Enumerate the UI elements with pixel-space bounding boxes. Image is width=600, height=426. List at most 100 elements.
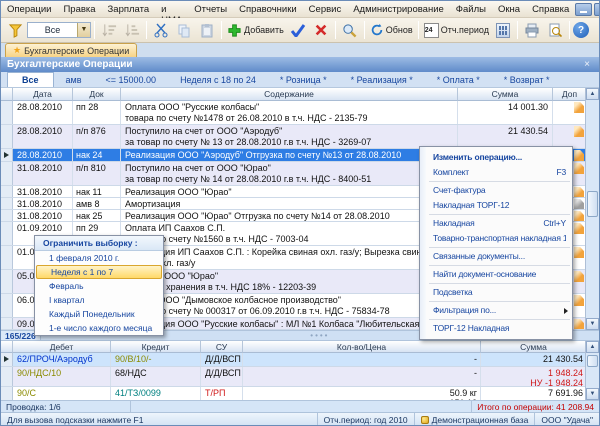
menu-directories[interactable]: Справочники [233,2,303,17]
posting-row[interactable]: 90/НДС/10 68/НДС Д/Д/ВСП - 1 948.24 НУ -1… [1,367,587,387]
database-status[interactable]: Демонстрационная база [413,413,535,425]
menu-files[interactable]: Файлы [450,2,492,17]
attachment-icon-disabled[interactable] [574,199,584,209]
filter-button[interactable] [4,20,26,41]
calculator-button[interactable] [492,20,514,41]
menu-administration[interactable]: Администрирование [347,2,450,17]
search-button[interactable] [339,20,361,41]
menu-windows[interactable]: Окна [492,2,526,17]
attachment-icon[interactable] [574,247,584,258]
attachment-icon[interactable] [574,319,584,329]
menu-item-waybill[interactable]: Накладная Ctrl+Y [420,216,572,231]
menu-item-komplekt[interactable]: Комплект F3 [420,165,572,180]
attachment-icon[interactable] [574,126,584,137]
menu-salary[interactable]: Зарплата [102,2,156,17]
attachment-icon[interactable] [574,187,584,197]
toolbar: Все ▼ Добавить Обнов 24 Отч.период ? [1,18,599,43]
minimize-button[interactable] [575,2,593,16]
column-header-su[interactable]: СУ [201,341,243,353]
restore-button[interactable] [594,2,599,16]
copy-button[interactable] [173,20,195,41]
attachment-icon[interactable] [574,295,584,306]
paste-button[interactable] [196,20,218,41]
menu-service[interactable]: Сервис [303,2,348,17]
attachment-icon[interactable] [574,163,584,174]
menu-help[interactable]: Справка [526,2,575,17]
menu-reports[interactable]: Отчеты [188,2,233,17]
cut-button[interactable] [150,20,172,41]
column-header-debit[interactable]: Дебет [13,341,111,353]
filter-tab-payment[interactable]: * Оплата * [425,73,492,87]
column-header-qty-price[interactable]: Кол-во/Цена [243,341,481,353]
posting-row-selected[interactable]: 62/ПРОЧ/Аэродуб 90/В/10/- Д/Д/ВСП - 21 4… [1,353,587,367]
posting-row[interactable]: 90/С 41/ТЗ/0099 Т/РП 50.9 кг151.12 7 691… [1,387,587,400]
chevron-down-icon[interactable]: ▼ [77,23,90,37]
attachment-icon[interactable] [574,211,584,221]
grid-vertical-scrollbar[interactable]: ▲ ▼ [585,88,599,330]
panel-close-icon[interactable]: × [581,59,593,70]
scroll-thumb[interactable] [587,191,598,217]
submenu-arrow-icon [564,308,568,314]
menu-item-torg12-waybill[interactable]: Накладная ТОРГ-12 [420,198,572,213]
filter-tab-realization[interactable]: * Реализация * [339,73,425,87]
calculator-icon [496,22,510,38]
column-header-doc[interactable]: Док [73,88,121,101]
print-preview-button[interactable] [544,20,566,41]
filter-tab-amount[interactable]: <= 15000.00 [94,73,169,87]
menu-item-find-base-document[interactable]: Найти документ-основание [420,267,572,282]
popup-item-every-monday[interactable]: Каждый Понедельник [35,307,163,321]
popup-item-week1-7[interactable]: Неделя с 1 по 7 [36,265,162,279]
attachment-icon[interactable] [574,102,584,113]
filter-tab-week[interactable]: Неделя с 18 по 24 [168,73,268,87]
column-header-credit[interactable]: Кредит [111,341,201,353]
print-button[interactable] [521,20,543,41]
menu-edit[interactable]: Правка [57,2,101,17]
menu-item-torg12[interactable]: ТОРГ-12 Накладная [420,321,572,336]
attachment-icon[interactable] [574,223,584,234]
tab-accounting-operations[interactable]: ★ Бухгалтерские Операции [5,43,138,57]
scroll-up-icon[interactable]: ▲ [586,341,599,353]
scissors-icon [154,23,168,37]
postings-vertical-scrollbar[interactable]: ▲ ▼ [585,341,599,400]
sort-ascending-button[interactable] [98,20,120,41]
attachment-icon[interactable] [574,150,584,161]
scroll-up-icon[interactable]: ▲ [586,88,599,100]
filter-dropdown[interactable]: Все ▼ [27,22,91,38]
scroll-thumb[interactable] [587,355,598,367]
filter-tab-bar: Все амв <= 15000.00 Неделя с 18 по 24 * … [1,72,599,88]
popup-item-feb1[interactable]: 1 февраля 2010 г. [35,251,163,265]
report-period-button[interactable]: 24 Отч.период [422,20,491,41]
table-row[interactable]: 28.08.2010 пп 28 Оплата ООО "Русские колб… [1,101,587,125]
filter-tab-amv[interactable]: амв [54,73,94,87]
column-header-dop[interactable]: Доп [553,88,587,101]
delete-button[interactable] [310,20,332,41]
help-button[interactable]: ? [573,22,589,38]
sort-descending-button[interactable] [121,20,143,41]
report-period-status[interactable]: Отч.период: год 2010 [316,413,414,425]
menu-item-edit-operation[interactable]: Изменить операцию... [420,150,572,165]
menu-item-highlight[interactable]: Подсветка [420,285,572,300]
filter-tab-return[interactable]: * Возврат * [492,73,562,87]
column-header-sum[interactable]: Сумма [458,88,553,101]
menu-operations[interactable]: Операции [1,2,57,17]
popup-item-quarter[interactable]: I квартал [35,293,163,307]
menu-item-invoice[interactable]: Счет-фактура [420,183,572,198]
column-header-date[interactable]: Дата [13,88,73,101]
menu-item-transport-waybill[interactable]: Товарно-транспортная накладная 1-Т [420,231,572,246]
menu-item-filter-by[interactable]: Фильтрация по... [420,303,572,318]
popup-item-february[interactable]: Февраль [35,279,163,293]
filter-tab-retail[interactable]: * Розница * [268,73,339,87]
column-header-content[interactable]: Содержание [121,88,458,101]
refresh-button[interactable]: Обнов [368,20,415,41]
scroll-down-icon[interactable]: ▼ [586,388,599,400]
menu-item-linked-documents[interactable]: Связанные документы... [420,249,572,264]
filter-tab-all[interactable]: Все [7,72,54,87]
column-header-sum2[interactable]: Сумма [481,341,587,353]
splitter-handle[interactable]: •••• [310,331,329,340]
confirm-button[interactable] [287,20,309,41]
popup-item-first-day[interactable]: 1-е число каждого месяца [35,321,163,335]
scroll-down-icon[interactable]: ▼ [586,318,599,330]
organization-name[interactable]: ООО "Удача" [534,413,599,425]
attachment-icon[interactable] [574,271,584,282]
add-button[interactable]: Добавить [225,20,286,41]
